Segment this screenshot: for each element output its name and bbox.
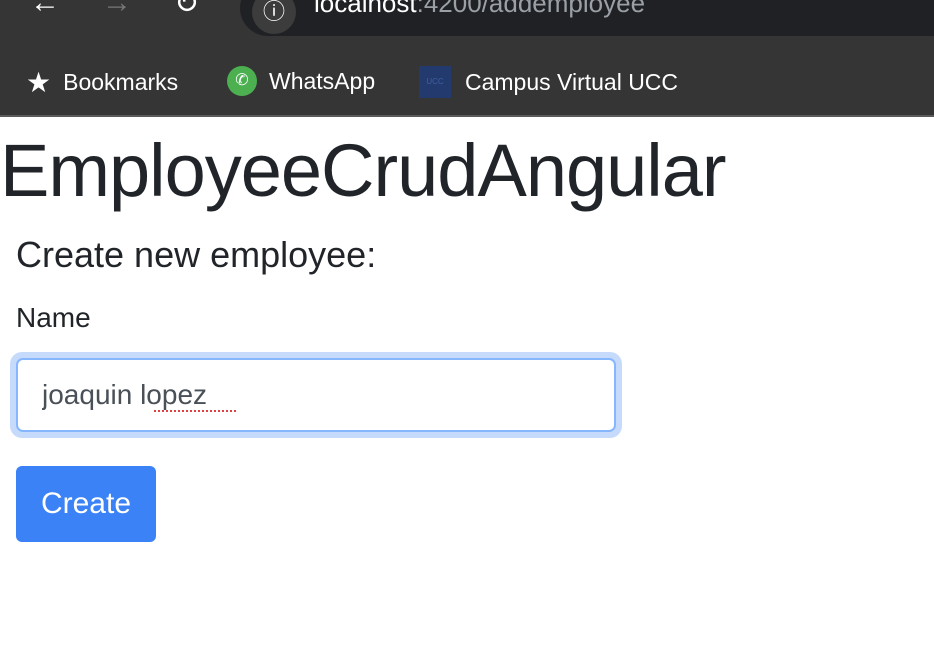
bookmark-label: WhatsApp — [269, 67, 376, 94]
bookmark-bookmarks[interactable]: ★ Bookmarks — [26, 66, 178, 99]
whatsapp-icon: ✆ — [227, 66, 257, 96]
ucc-favicon: UCC — [419, 66, 451, 98]
form-heading: Create new employee: — [16, 234, 377, 275]
bookmark-label: Campus Virtual UCC — [465, 68, 679, 95]
app-title: EmployeeCrudAngular — [0, 129, 727, 212]
bookmark-campus-virtual-ucc[interactable]: UCC Campus Virtual UCC — [419, 66, 678, 98]
back-icon[interactable]: ← — [30, 0, 60, 20]
address-bar[interactable]: ⓘ localhost:4200/addemployee — [240, 0, 934, 36]
bookmark-whatsapp[interactable]: ✆ WhatsApp — [227, 66, 375, 96]
url-text: localhost:4200/addemployee — [314, 0, 646, 18]
bookmark-label: Bookmarks — [63, 69, 179, 95]
spellcheck-underline — [154, 410, 236, 412]
browser-chrome: ← → ↻ ⓘ localhost:4200/addemployee ★ Book… — [0, 0, 934, 117]
forward-icon[interactable]: → — [102, 0, 132, 20]
create-button[interactable]: Create — [16, 466, 156, 542]
reload-icon[interactable]: ↻ — [174, 0, 199, 21]
name-field-wrapper — [10, 352, 622, 438]
info-icon[interactable]: ⓘ — [252, 0, 296, 34]
name-label: Name — [16, 302, 91, 333]
name-input[interactable] — [16, 358, 616, 432]
star-icon: ★ — [26, 67, 52, 98]
